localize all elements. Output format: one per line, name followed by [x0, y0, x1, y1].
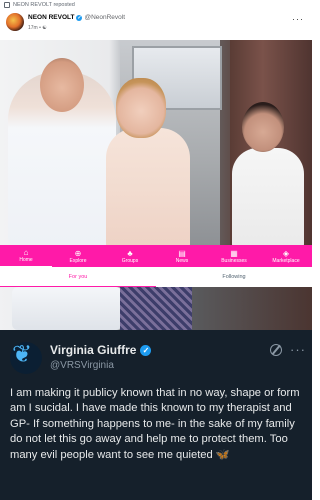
embedded-tweet[interactable]: ❦ Virginia Giuffre ✓ @VRSVirginia ··· I …: [0, 330, 312, 500]
repost-icon: [4, 2, 10, 8]
tweet-author-name[interactable]: Virginia Giuffre: [50, 343, 136, 357]
nav-marketplace[interactable]: ◈ Marketplace: [260, 245, 312, 267]
author-avatar[interactable]: [6, 13, 24, 31]
home-icon: ⌂: [23, 248, 29, 257]
tweet-author-line: Virginia Giuffre ✓: [50, 343, 152, 357]
photo-person-right: [232, 148, 304, 245]
post-meta: 17m • ☯: [28, 25, 47, 31]
verified-icon: ✓: [140, 344, 152, 356]
author-line: NEON REVOLT ✓ @NeonRevolt: [28, 14, 125, 21]
author-handle[interactable]: @NeonRevolt: [84, 14, 125, 21]
nav-label: Explore: [69, 257, 87, 264]
nav-label: Businesses: [221, 257, 247, 264]
tweet-text: I am making it publicy known that in no …: [10, 387, 300, 461]
post-photo-continued[interactable]: [0, 287, 312, 330]
hide-icon[interactable]: [270, 344, 282, 356]
more-options-icon[interactable]: ···: [292, 14, 304, 24]
photo-person-right-head: [242, 102, 284, 152]
repost-banner: NEON REVOLT reposted: [4, 0, 75, 10]
businesses-icon: ▦: [230, 248, 238, 258]
tweet-author-handle[interactable]: @VRSVirginia: [50, 360, 114, 371]
author-name[interactable]: NEON REVOLT: [28, 14, 74, 21]
post-photo[interactable]: [0, 40, 312, 245]
butterfly-icon: ❦: [12, 341, 33, 368]
feed-tabs: For you Following: [0, 267, 312, 287]
photo-person-left-head: [40, 58, 84, 112]
explore-icon: ⊕: [74, 248, 82, 258]
tab-following[interactable]: Following: [156, 267, 312, 287]
nav-home[interactable]: ⌂ Home: [0, 245, 52, 267]
repost-text: NEON REVOLT reposted: [13, 2, 75, 8]
photo-arm: [12, 287, 122, 330]
photo-person-center-head: [116, 78, 166, 138]
nav-label: Home: [19, 257, 33, 263]
bottom-nav-bar: ⌂ Home ⊕ Explore ♣ Groups ▤ News ▦ Busin…: [0, 245, 312, 267]
nav-label: Marketplace: [272, 257, 300, 264]
nav-news[interactable]: ▤ News: [156, 245, 208, 267]
nav-explore[interactable]: ⊕ Explore: [52, 245, 104, 267]
post-header: NEON REVOLT ✓ @NeonRevolt 17m • ☯ ···: [0, 10, 312, 40]
nav-label: Groups: [121, 257, 139, 264]
nav-businesses[interactable]: ▦ Businesses: [208, 245, 260, 267]
groups-icon: ♣: [127, 248, 133, 258]
photo-dress: [120, 287, 192, 330]
nav-label: News: [175, 257, 189, 264]
tweet-more-icon[interactable]: ···: [290, 342, 306, 357]
marketplace-icon: ◈: [282, 248, 290, 258]
photo-person-center: [106, 128, 190, 245]
tab-for-you[interactable]: For you: [0, 267, 156, 287]
verified-icon: ✓: [76, 14, 83, 21]
nav-groups[interactable]: ♣ Groups: [104, 245, 156, 267]
news-icon: ▤: [178, 248, 186, 258]
